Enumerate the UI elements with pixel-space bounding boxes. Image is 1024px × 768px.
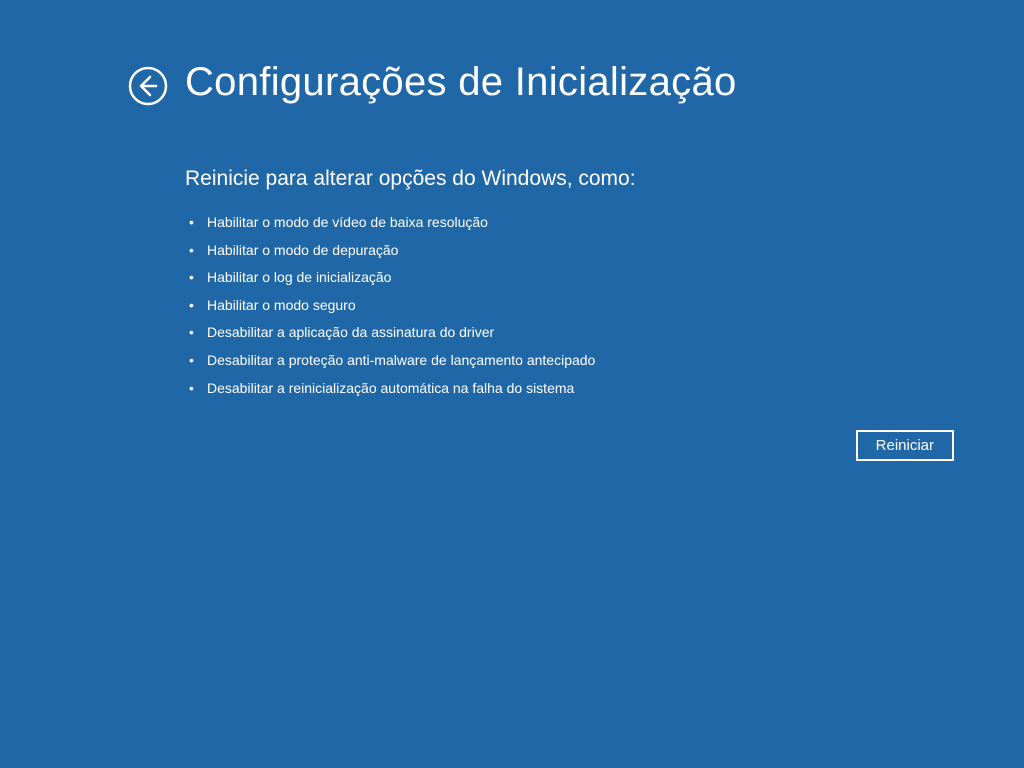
options-list: Habilitar o modo de vídeo de baixa resol… — [185, 209, 954, 402]
option-item: Desabilitar a aplicação da assinatura do… — [185, 319, 954, 347]
page-title: Configurações de Inicialização — [185, 60, 954, 105]
restart-button[interactable]: Reiniciar — [856, 430, 954, 461]
back-arrow-icon — [128, 66, 168, 106]
option-item: Habilitar o modo de depuração — [185, 237, 954, 265]
back-button[interactable] — [128, 66, 168, 106]
subtitle: Reinicie para alterar opções do Windows,… — [185, 167, 954, 191]
option-item: Desabilitar a reinicialização automática… — [185, 375, 954, 403]
option-item: Habilitar o modo de vídeo de baixa resol… — [185, 209, 954, 237]
option-item: Desabilitar a proteção anti-malware de l… — [185, 347, 954, 375]
content-area: Reinicie para alterar opções do Windows,… — [185, 167, 954, 402]
option-item: Habilitar o modo seguro — [185, 292, 954, 320]
startup-settings-screen: Configurações de Inicialização Reinicie … — [0, 0, 1024, 402]
option-item: Habilitar o log de inicialização — [185, 264, 954, 292]
